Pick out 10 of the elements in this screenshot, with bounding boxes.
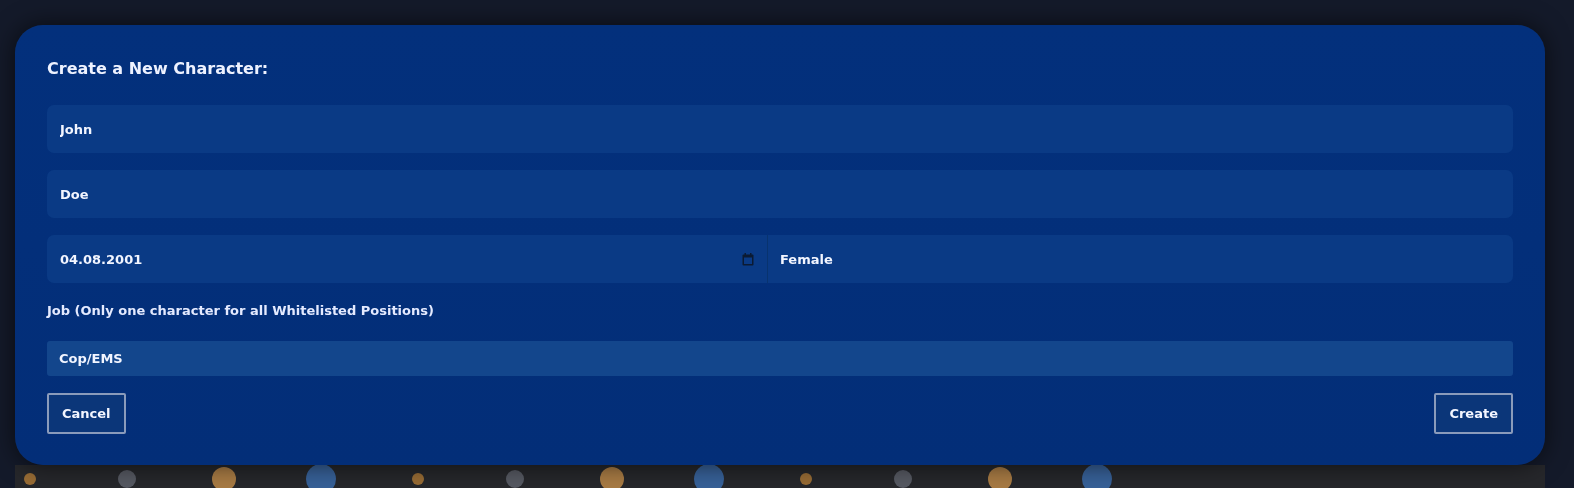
- last-name-field[interactable]: Doe: [47, 170, 1513, 218]
- first-name-field[interactable]: John: [47, 105, 1513, 153]
- job-select[interactable]: Cop/EMS: [47, 341, 1513, 376]
- gender-select[interactable]: Female: [768, 235, 1513, 283]
- calendar-icon[interactable]: [742, 253, 754, 266]
- job-label: Job (Only one character for all Whitelisted Positions): [47, 302, 435, 320]
- dialog-title: Create a New Character:: [47, 58, 270, 80]
- cancel-button[interactable]: Cancel: [47, 393, 126, 434]
- create-button[interactable]: Create: [1434, 393, 1513, 434]
- birth-date-field[interactable]: 04.08.2001: [47, 235, 768, 283]
